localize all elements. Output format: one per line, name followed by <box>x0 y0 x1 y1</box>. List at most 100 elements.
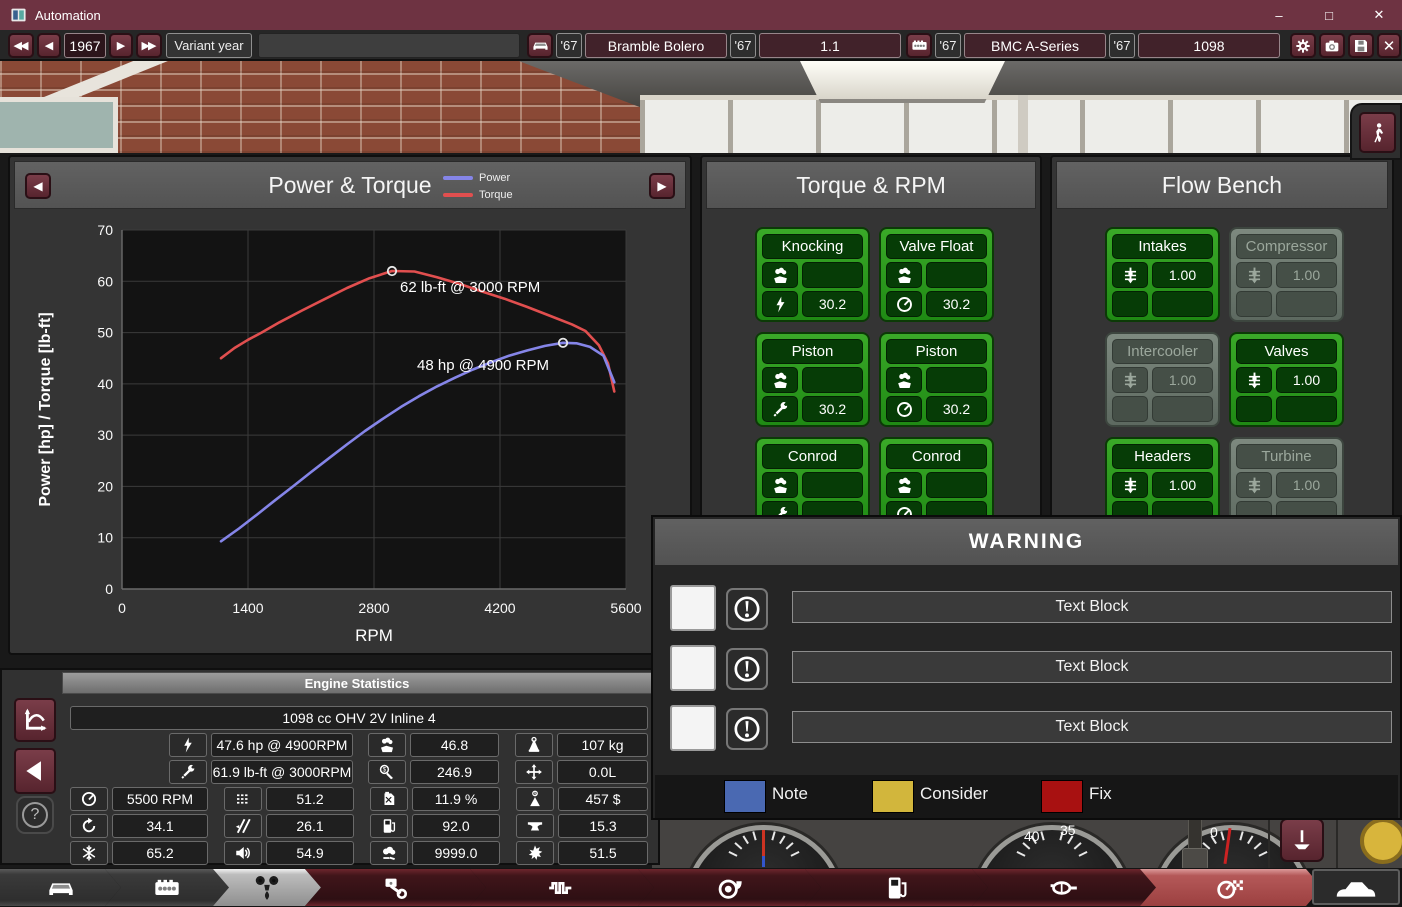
model-name-field[interactable]: Bramble Bolero <box>585 33 727 58</box>
next-year-button[interactable]: ▶ <box>109 33 133 58</box>
card-empty-box <box>1112 396 1148 422</box>
designer-tab-bar <box>0 868 1402 907</box>
legend-swatch-consider <box>872 780 914 813</box>
cost-wrench-icon: $ <box>378 763 396 781</box>
save-button[interactable] <box>1348 33 1374 58</box>
maximize-button[interactable]: □ <box>1306 0 1352 30</box>
tab-cylinder-head[interactable] <box>213 869 321 906</box>
walk-away-button[interactable] <box>1359 112 1396 153</box>
engine-family-button[interactable] <box>906 33 932 58</box>
test-drive-tab <box>1350 103 1402 160</box>
minimize-button[interactable]: – <box>1256 0 1302 30</box>
valve-button[interactable] <box>1280 818 1324 862</box>
airflow-icon <box>1245 266 1264 285</box>
engine-family-field[interactable]: BMC A-Series <box>964 33 1106 58</box>
card-icon-box <box>1236 472 1272 498</box>
family-year-badge: '67 <box>935 33 961 58</box>
dyno-icon <box>1217 874 1245 902</box>
year-display: 1967 <box>64 33 106 58</box>
stat-value: 26.1 <box>266 814 354 838</box>
next-graph-button[interactable]: ▶ <box>649 173 675 199</box>
tab-car[interactable] <box>0 869 121 906</box>
legend-label: Fix <box>1089 784 1112 804</box>
warning-color-box[interactable] <box>670 705 716 751</box>
power-torque-panel: ◀ Power & Torque PowerTorque ▶ 010203040… <box>8 155 692 655</box>
stat-value: 51.5 <box>558 841 648 865</box>
tab-dyno[interactable] <box>1140 869 1322 906</box>
tab-aspiration[interactable] <box>638 869 821 906</box>
engine-statistics-header: Engine Statistics <box>62 672 652 694</box>
stat-value: 47.6 hp @ 4900RPM <box>211 733 353 757</box>
warning-color-box[interactable] <box>670 645 716 691</box>
close-button[interactable]: ✕ <box>1356 0 1402 30</box>
svg-text:$: $ <box>383 767 387 774</box>
tab-fuel-system[interactable] <box>805 869 988 906</box>
stat-value: 457 $ <box>558 787 648 811</box>
trim-name-field[interactable]: 1.1 <box>759 33 901 58</box>
card-value <box>926 262 987 288</box>
screenshot-button[interactable] <box>1319 33 1345 58</box>
card-value: 1.00 <box>1276 262 1337 288</box>
failure-cloud-icon <box>895 476 914 495</box>
left-window <box>0 97 118 153</box>
card-value: 1.00 <box>1152 472 1213 498</box>
failure-cloud-icon <box>895 371 914 390</box>
gear-star-icon <box>526 844 544 862</box>
warning-color-box[interactable] <box>670 585 716 631</box>
tools-icon-box <box>169 760 207 784</box>
car-overview-button[interactable] <box>1312 869 1400 905</box>
warning-icon-button[interactable] <box>726 588 768 630</box>
speaker-icon-box <box>224 841 262 865</box>
warn-icon <box>733 595 761 623</box>
warning-icon-button[interactable] <box>726 708 768 750</box>
slider-thumb[interactable] <box>1182 848 1208 868</box>
card-title: Valve Float <box>886 234 987 259</box>
flow-bench-card-compressor: Compressor1.00 <box>1229 227 1344 322</box>
window-title: Automation <box>35 8 101 23</box>
car-model-button[interactable] <box>527 33 553 58</box>
warning-text-block: Text Block <box>792 651 1392 683</box>
prev-graph-button[interactable]: ◀ <box>25 173 51 199</box>
svg-text:40: 40 <box>97 376 113 392</box>
legend-swatch <box>443 193 473 197</box>
tab-crankshaft[interactable] <box>470 869 654 906</box>
collapse-button[interactable] <box>14 748 56 794</box>
last-year-button[interactable]: ▶▶ <box>136 33 162 58</box>
first-year-button[interactable]: ◀◀ <box>8 33 34 58</box>
svg-text:Power [hp] / Torque [lb-ft]: Power [hp] / Torque [lb-ft] <box>37 312 54 506</box>
variant-year-button[interactable]: Variant year <box>166 33 252 58</box>
warn-icon <box>733 655 761 683</box>
stat-value: 246.9 <box>410 760 499 784</box>
card-value: 1.00 <box>1152 367 1213 393</box>
help-button[interactable]: ? <box>16 796 54 834</box>
gauge-2 <box>972 825 1132 868</box>
engine-icon <box>911 37 928 54</box>
card-icon-box <box>1112 367 1148 393</box>
airflow-icon <box>1121 371 1140 390</box>
tab-bottom-end[interactable] <box>305 869 486 906</box>
dyno-chart: 0102030405060700140028004200560062 lb-ft… <box>10 209 694 657</box>
settings-button[interactable] <box>1290 33 1316 58</box>
engine-name: 1098 cc OHV 2V Inline 4 <box>70 706 648 730</box>
tab-exhaust[interactable] <box>972 869 1156 906</box>
svg-text:20: 20 <box>97 478 113 494</box>
graph-view-button[interactable] <box>14 698 56 742</box>
card-icon-box <box>886 396 922 422</box>
warning-icon-button[interactable] <box>726 648 768 690</box>
tab-engine-block[interactable] <box>105 869 229 906</box>
chart-legend: PowerTorque <box>443 169 513 203</box>
legend-swatch-note <box>724 780 766 813</box>
svg-text:1400: 1400 <box>232 600 263 616</box>
card-title: Valves <box>1236 339 1337 364</box>
radiator-icon-box <box>224 787 262 811</box>
radiator-icon <box>234 790 252 808</box>
piston-rod-icon <box>382 874 410 902</box>
card-value: 30.2 <box>926 396 987 422</box>
yellow-button[interactable] <box>1360 818 1402 864</box>
prev-year-button[interactable]: ◀ <box>37 33 61 58</box>
engine-variant-field[interactable]: 1098 <box>1138 33 1280 58</box>
exit-button[interactable]: ✕ <box>1377 33 1401 58</box>
card-icon-box <box>762 291 798 317</box>
legend-label: Power <box>479 172 510 184</box>
car-icon <box>532 37 549 54</box>
